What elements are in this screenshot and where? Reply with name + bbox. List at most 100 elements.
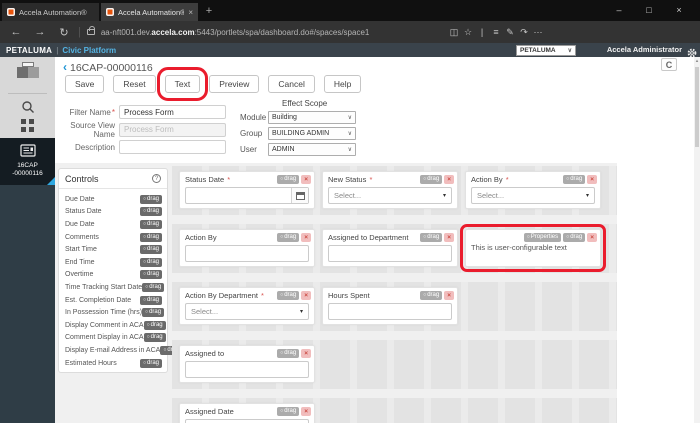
drag-handle[interactable]: ○drag: [140, 258, 162, 267]
sidebar-item-record-16CAP-00000116[interactable]: 16CAP -00000116: [0, 138, 55, 185]
drag-circle-icon: ○: [280, 292, 283, 298]
drag-handle[interactable]: ○drag: [140, 207, 162, 216]
share-icon[interactable]: ↷: [517, 27, 531, 38]
agency-select[interactable]: PETALUMA ∨: [516, 45, 576, 56]
more-icon[interactable]: ⋯: [531, 27, 545, 38]
remove-field-icon[interactable]: ×: [301, 349, 311, 358]
drag-handle[interactable]: ○drag: [277, 407, 299, 416]
toolbar-button-cancel[interactable]: Cancel: [268, 75, 314, 93]
back-icon[interactable]: ←: [4, 26, 28, 39]
drag-handle[interactable]: ○drag: [563, 175, 585, 184]
reading-view-icon[interactable]: ◫: [447, 27, 461, 38]
drag-handle[interactable]: ○drag: [140, 233, 162, 242]
toolbar-button-reset[interactable]: Reset: [113, 75, 155, 93]
scrollbar-thumb[interactable]: [695, 67, 699, 147]
launchpad-button[interactable]: [0, 57, 55, 78]
field-card-action-by-department[interactable]: ○drag×Action By Department *Select...▾: [179, 287, 315, 325]
remove-field-icon[interactable]: ×: [301, 291, 311, 300]
drag-handle[interactable]: ○drag: [140, 245, 162, 254]
remove-field-icon[interactable]: ×: [301, 175, 311, 184]
control-item-label: Comment Display in ACA: [65, 334, 144, 341]
new-status-select[interactable]: Select...▾: [328, 187, 452, 204]
remove-field-icon[interactable]: ×: [444, 175, 454, 184]
hub-icon[interactable]: ≡: [489, 27, 503, 37]
drag-handle[interactable]: ○drag: [142, 283, 164, 292]
new-tab-button[interactable]: +: [200, 3, 218, 21]
remove-field-icon[interactable]: ×: [444, 291, 454, 300]
toolbar-button-text[interactable]: Text: [165, 75, 201, 93]
group-select[interactable]: BUILDING ADMIN∨: [268, 127, 356, 140]
drag-handle[interactable]: ○drag: [420, 291, 442, 300]
field-card-assigned-to[interactable]: ○drag×Assigned to: [179, 345, 315, 383]
drag-handle[interactable]: ○drag: [140, 270, 162, 279]
tab-close-icon[interactable]: ×: [188, 8, 193, 17]
action-by-department-select[interactable]: Select...▾: [185, 303, 309, 320]
drag-handle[interactable]: ○drag: [420, 233, 442, 242]
drag-handle[interactable]: ○drag: [142, 308, 164, 317]
field-card-action-by[interactable]: ○drag×Action By: [179, 229, 315, 267]
content-refresh-button[interactable]: C: [661, 58, 677, 71]
action-by-select[interactable]: Select...▾: [471, 187, 595, 204]
drag-handle[interactable]: ○drag: [277, 291, 299, 300]
forward-icon[interactable]: →: [28, 26, 52, 39]
drag-handle[interactable]: ○drag: [140, 359, 162, 368]
scroll-up-icon[interactable]: ▴: [694, 57, 700, 65]
description-input[interactable]: [119, 140, 226, 154]
page-scrollbar[interactable]: ▴: [694, 57, 700, 423]
control-item-due-date: Due Date○drag: [65, 218, 162, 231]
calendar-icon: [296, 192, 305, 200]
refresh-icon[interactable]: ↻: [52, 26, 76, 39]
url-text[interactable]: aa-nft001.dev.accela.com:5443/portlets/s…: [101, 28, 370, 37]
field-card-assigned-date[interactable]: ○drag×Assigned Date: [179, 403, 315, 423]
browser-tab[interactable]: Accela Automation®×: [101, 3, 198, 21]
properties-badge[interactable]: ○Properties: [524, 233, 561, 242]
drag-handle[interactable]: ○drag: [277, 233, 299, 242]
drag-handle[interactable]: ○drag: [563, 233, 585, 242]
field-card-new-status[interactable]: ○drag×New Status *Select...▾: [322, 171, 458, 209]
remove-field-icon[interactable]: ×: [587, 175, 597, 184]
field-card-assigned-to-department[interactable]: ○drag×Assigned to Department: [322, 229, 458, 267]
calendar-button[interactable]: [291, 188, 308, 203]
web-note-icon[interactable]: ✎: [503, 27, 517, 38]
maximize-button[interactable]: □: [634, 0, 664, 21]
help-icon[interactable]: ?: [152, 174, 161, 183]
search-button[interactable]: [0, 98, 55, 114]
drag-handle[interactable]: ○drag: [277, 349, 299, 358]
drag-circle-icon: ○: [423, 176, 426, 182]
drag-handle[interactable]: ○drag: [277, 175, 299, 184]
close-button[interactable]: ×: [664, 0, 694, 21]
field-card-hours-spent[interactable]: ○drag×Hours Spent: [322, 287, 458, 325]
drag-handle[interactable]: ○drag: [140, 195, 162, 204]
user-select[interactable]: ADMIN∨: [268, 143, 356, 156]
drag-handle[interactable]: ○drag: [420, 175, 442, 184]
remove-field-icon[interactable]: ×: [301, 407, 311, 416]
hours-spent-input[interactable]: [328, 303, 452, 320]
field-card-status-date[interactable]: ○drag×Status Date *: [179, 171, 315, 209]
back-chevron-icon[interactable]: ‹: [63, 60, 67, 74]
text-block-card[interactable]: ○Properties○drag×This is user-configurab…: [465, 229, 601, 267]
drag-handle[interactable]: ○drag: [140, 296, 162, 305]
toolbar-button-help[interactable]: Help: [324, 75, 361, 93]
minimize-button[interactable]: –: [604, 0, 634, 21]
logged-in-user[interactable]: Accela Administrator: [607, 43, 682, 57]
remove-field-icon[interactable]: ×: [587, 233, 597, 242]
drag-handle[interactable]: ○drag: [144, 321, 166, 330]
browser-tab[interactable]: Accela Automation®: [2, 3, 99, 21]
drag-handle[interactable]: ○drag: [144, 333, 166, 342]
apps-button[interactable]: [0, 117, 55, 132]
remove-field-icon[interactable]: ×: [444, 233, 454, 242]
remove-field-icon[interactable]: ×: [301, 233, 311, 242]
filter-name-input[interactable]: [119, 105, 226, 119]
assigned-date-input[interactable]: [185, 419, 309, 423]
assigned-to-input[interactable]: [185, 361, 309, 378]
action-by-input[interactable]: [185, 245, 309, 262]
status-date-input[interactable]: [185, 187, 309, 204]
product-name[interactable]: Civic Platform: [62, 46, 116, 55]
toolbar-button-preview[interactable]: Preview: [209, 75, 259, 93]
field-card-action-by[interactable]: ○drag×Action By *Select...▾: [465, 171, 601, 209]
favorites-star-icon[interactable]: ☆: [461, 27, 475, 38]
module-select[interactable]: Building∨: [268, 111, 356, 124]
drag-handle[interactable]: ○drag: [140, 220, 162, 229]
assigned-to-department-input[interactable]: [328, 245, 452, 262]
toolbar-button-save[interactable]: Save: [65, 75, 104, 93]
